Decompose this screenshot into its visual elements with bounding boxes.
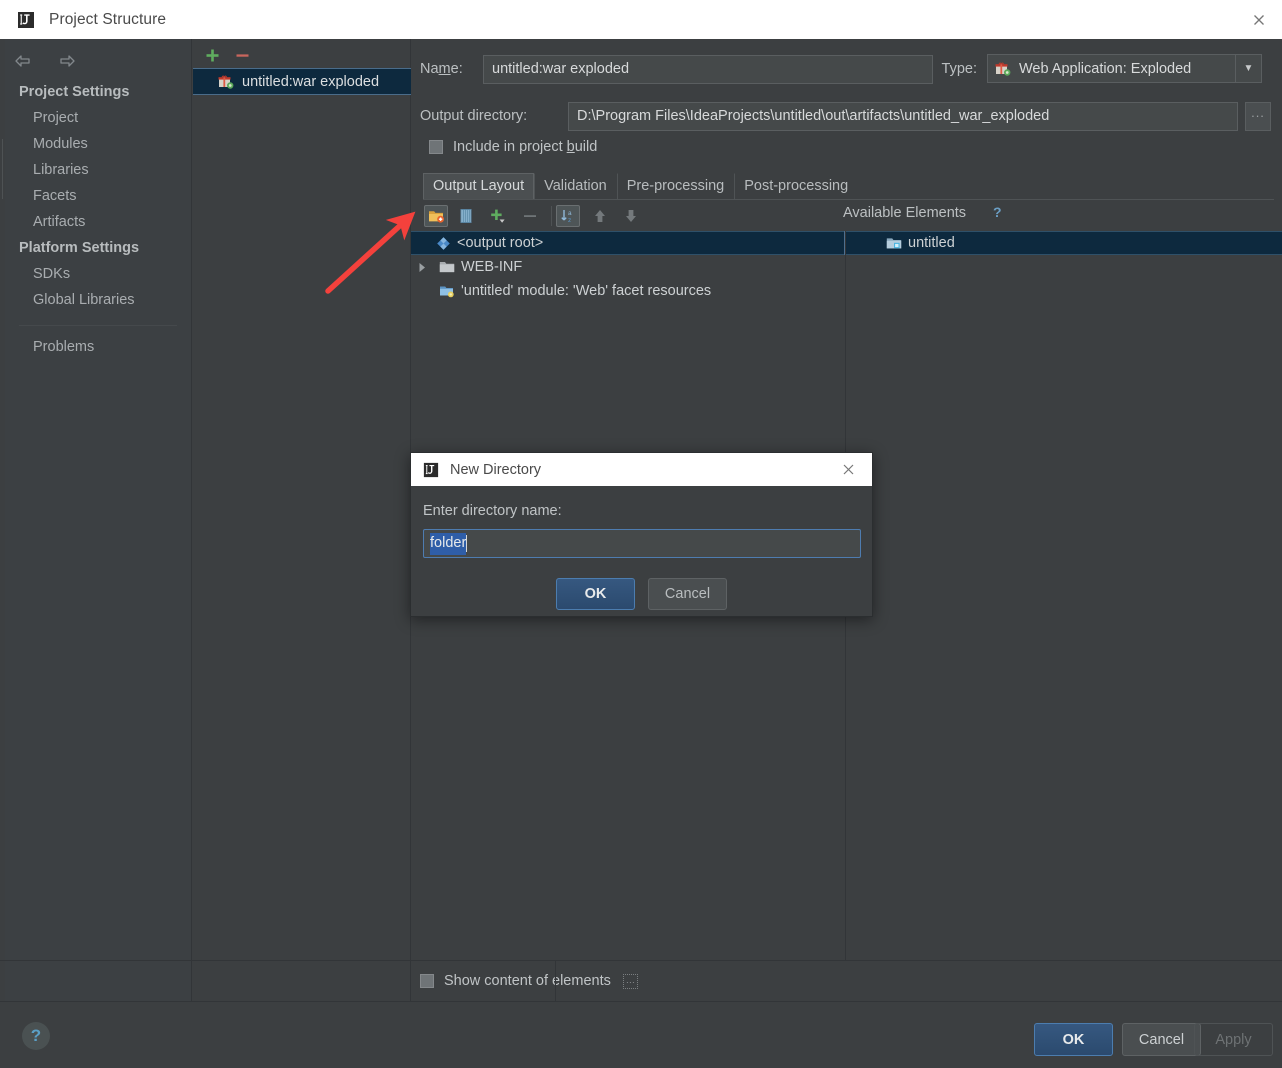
sidebar-item-facets[interactable]: Facets	[5, 183, 191, 209]
arrow-forward-icon[interactable]	[55, 49, 79, 73]
artifact-list-item[interactable]: untitled:war exploded	[193, 68, 411, 95]
include-in-build-label: Include in project build	[453, 139, 598, 155]
sidebar-group-project-settings: Project Settings	[19, 84, 130, 100]
artifacts-list-panel: untitled:war exploded	[193, 39, 411, 1001]
type-row: Type: Web Application: Exploded ▼	[942, 54, 1262, 83]
apply-button: Apply	[1194, 1023, 1273, 1056]
output-directory-row: Output directory: ...	[420, 101, 1282, 131]
sidebar-separator	[19, 325, 177, 326]
show-content-of-elements-checkbox[interactable]	[420, 974, 434, 988]
panel-bottom-border	[0, 960, 1282, 961]
move-up-icon	[588, 205, 612, 227]
svg-text:a: a	[568, 210, 572, 217]
help-question-icon[interactable]: ?	[993, 204, 1002, 220]
artifact-type-value: Web Application: Exploded	[1019, 60, 1192, 77]
dots-settings-icon[interactable]: ⋯	[622, 973, 638, 989]
close-icon[interactable]	[832, 453, 864, 486]
help-question-icon[interactable]: ?	[22, 1022, 50, 1050]
output-root-icon	[433, 236, 453, 251]
sidebar-item-libraries[interactable]: Libraries	[5, 157, 191, 183]
sidebar-item-list: Project Settings Project Modules Librari…	[5, 79, 191, 360]
tree-row[interactable]: 'untitled' module: 'Web' facet resources	[411, 279, 845, 303]
add-copy-of-icon[interactable]	[486, 205, 510, 227]
module-facet-icon	[437, 283, 457, 299]
settings-sidebar: Project Settings Project Modules Librari…	[5, 39, 192, 1001]
artifact-name-input[interactable]	[483, 54, 933, 84]
artifact-icon	[218, 73, 235, 90]
available-elements-tree: untitled	[845, 231, 1282, 960]
window-title: Project Structure	[49, 10, 167, 28]
tab-post-processing[interactable]: Post-processing	[734, 173, 858, 200]
browse-directory-button[interactable]: ...	[1245, 101, 1271, 131]
tree-row[interactable]: untitled	[846, 231, 1282, 255]
artifact-icon	[995, 60, 1013, 77]
include-in-project-build-row[interactable]: Include in project build	[429, 139, 597, 155]
tree-expander-collapsed-icon[interactable]	[411, 262, 433, 273]
output-directory-label: Output directory:	[420, 108, 528, 124]
svg-text:z: z	[568, 217, 571, 224]
name-label: Name:	[420, 61, 463, 77]
project-structure-window: Project Structure Project Settings Proje…	[0, 0, 1282, 1068]
new-directory-dialog: New Directory Enter directory name: fold…	[410, 452, 873, 617]
sidebar-item-project[interactable]: Project	[5, 105, 191, 131]
sidebar-item-problems[interactable]: Problems	[5, 334, 191, 360]
module-icon	[884, 236, 904, 251]
intellij-idea-icon	[16, 10, 36, 30]
sidebar-item-artifacts[interactable]: Artifacts	[5, 209, 191, 235]
text-caret	[466, 535, 468, 552]
ok-button[interactable]: OK	[1034, 1023, 1113, 1056]
tab-pre-processing[interactable]: Pre-processing	[616, 173, 735, 200]
tab-validation[interactable]: Validation	[534, 173, 617, 200]
available-elements-header: Available Elements	[843, 205, 967, 221]
plus-icon[interactable]	[201, 44, 223, 66]
sidebar-item-modules[interactable]: Modules	[5, 131, 191, 157]
directory-name-value: folder	[430, 532, 467, 555]
new-directory-titlebar: New Directory	[411, 453, 872, 486]
folder-icon	[437, 260, 457, 274]
tab-output-layout[interactable]: Output Layout	[423, 173, 535, 200]
tree-row[interactable]: WEB-INF	[411, 255, 845, 279]
create-archive-icon[interactable]	[454, 205, 478, 227]
cancel-button[interactable]: Cancel	[1122, 1023, 1201, 1056]
chevron-down-icon[interactable]: ▼	[1235, 55, 1261, 82]
tree-row-label: <output root>	[457, 235, 544, 251]
window-titlebar: Project Structure	[0, 0, 1282, 39]
bottom-bar-divider	[555, 960, 556, 1001]
tree-row-label: 'untitled' module: 'Web' facet resources	[461, 283, 712, 299]
directory-name-prompt: Enter directory name:	[423, 503, 562, 519]
directory-name-input[interactable]: folder	[423, 529, 861, 558]
new-directory-title: New Directory	[450, 461, 542, 478]
artifacts-toolbar	[193, 39, 410, 66]
modal-cancel-button[interactable]: Cancel	[648, 578, 727, 610]
artifact-tabs: Output Layout Validation Pre-processing …	[423, 173, 858, 200]
tree-row-label: untitled	[908, 235, 955, 251]
sidebar-group-platform-settings: Platform Settings	[19, 240, 140, 256]
tree-row-label: WEB-INF	[461, 259, 523, 275]
sidebar-item-global-libraries[interactable]: Global Libraries	[5, 287, 191, 313]
artifact-type-combobox[interactable]: Web Application: Exploded ▼	[987, 54, 1262, 83]
new-directory-body: Enter directory name: folder OK Cancel	[411, 486, 872, 610]
minus-icon[interactable]	[231, 44, 253, 66]
type-label: Type:	[941, 60, 977, 77]
tabs-underline	[423, 199, 1274, 200]
new-directory-buttons: OK Cancel	[423, 578, 860, 610]
sidebar-nav-arrows	[11, 49, 79, 73]
artifact-list-item-label: untitled:war exploded	[242, 73, 380, 90]
arrow-back-icon[interactable]	[11, 49, 35, 73]
sidebar-item-sdks[interactable]: SDKs	[5, 261, 191, 287]
intellij-idea-icon	[423, 461, 440, 478]
tree-row[interactable]: <output root>	[411, 231, 845, 255]
bottom-options-bar: Show content of elements ⋯	[411, 960, 1282, 1001]
modal-ok-button[interactable]: OK	[556, 578, 635, 610]
include-in-build-checkbox[interactable]	[429, 140, 443, 154]
show-content-of-elements-label: Show content of elements	[444, 973, 611, 989]
move-down-icon	[619, 205, 643, 227]
toolbar-divider	[551, 206, 552, 226]
close-icon[interactable]	[1236, 0, 1282, 39]
remove-icon	[518, 205, 542, 227]
create-directory-icon[interactable]	[424, 205, 448, 227]
sort-alphabetically-icon[interactable]: a z	[556, 205, 580, 227]
dialog-footer: ? OK Cancel Apply	[0, 1001, 1282, 1068]
output-directory-input[interactable]	[568, 101, 1238, 131]
